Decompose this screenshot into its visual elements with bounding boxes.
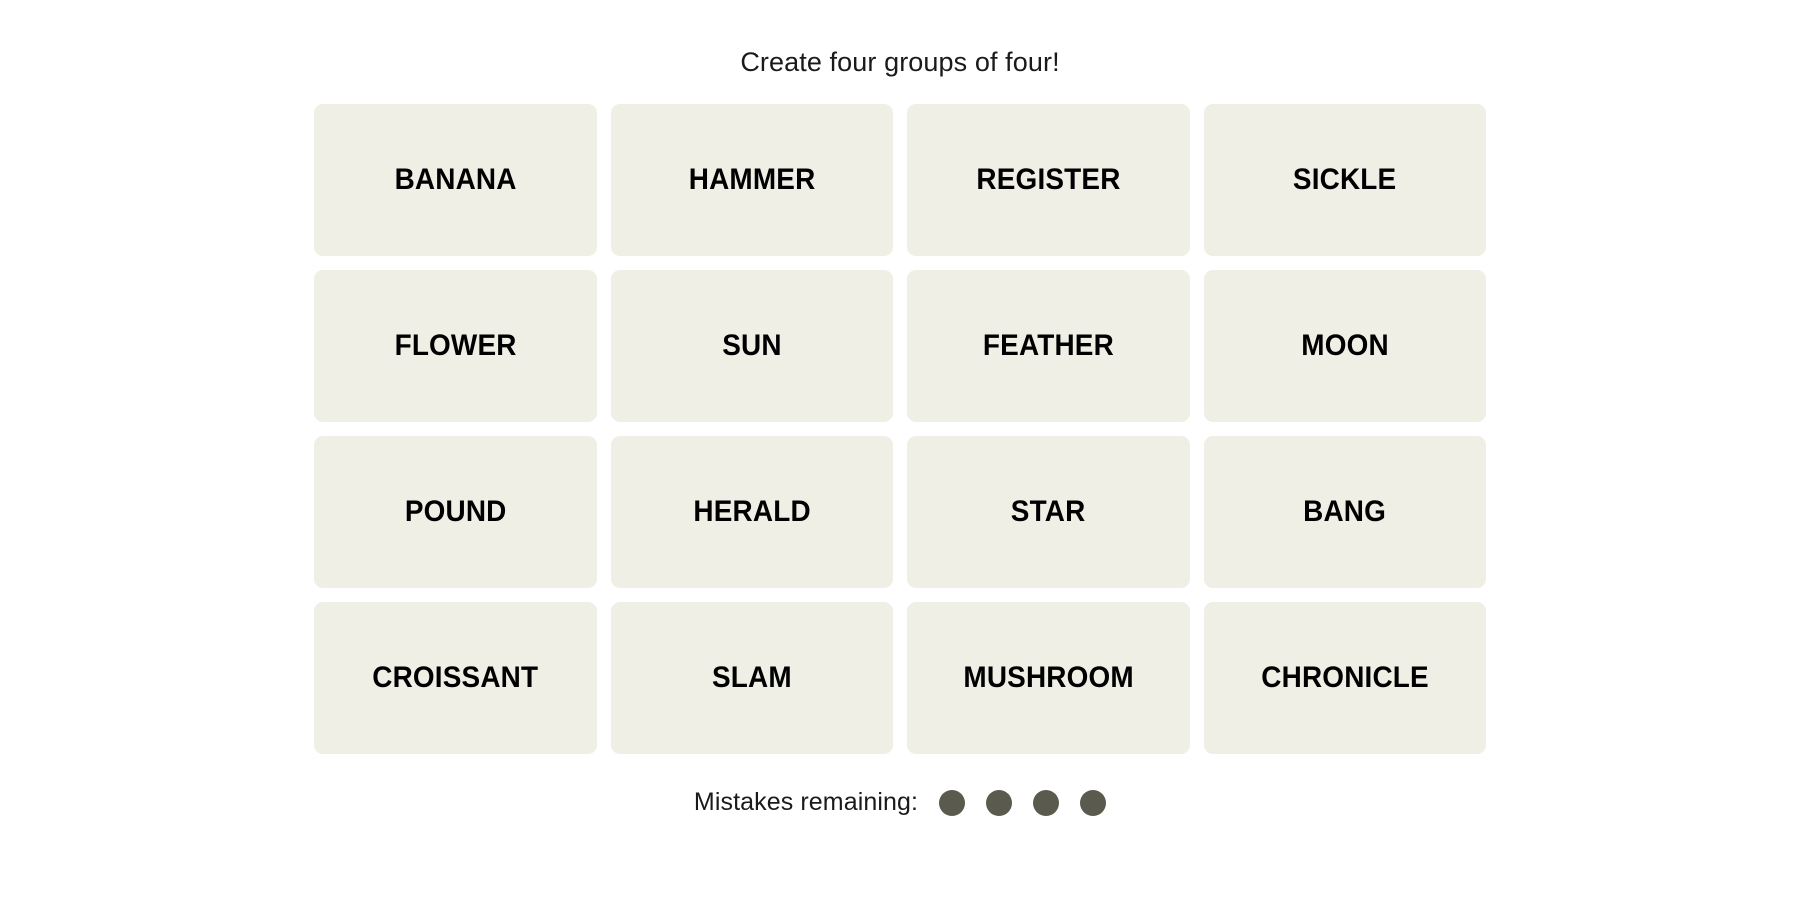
word-tile[interactable]: STAR xyxy=(907,436,1190,588)
word-tile-label: SUN xyxy=(722,329,782,362)
word-tile[interactable]: BANANA xyxy=(314,104,597,256)
mistakes-remaining: Mistakes remaining: xyxy=(693,788,1107,817)
word-tile-label: FLOWER xyxy=(394,329,517,362)
word-tile-label: CROISSANT xyxy=(372,661,539,694)
word-tile[interactable]: FLOWER xyxy=(314,270,597,422)
mistake-dot xyxy=(939,789,966,816)
word-tile[interactable]: SUN xyxy=(610,270,893,422)
word-tile-label: CHRONICLE xyxy=(1260,661,1429,694)
instruction-text: Create four groups of four! xyxy=(740,47,1060,77)
mistake-dot xyxy=(986,789,1013,816)
word-tile[interactable]: MUSHROOM xyxy=(907,602,1190,754)
word-tile[interactable]: REGISTER xyxy=(907,104,1190,256)
word-tile[interactable]: SICKLE xyxy=(1203,104,1486,256)
word-tile-label: BANG xyxy=(1303,495,1387,528)
word-tile-label: STAR xyxy=(1010,495,1086,528)
mistake-dot-list xyxy=(939,789,1107,816)
word-tile-label: SLAM xyxy=(711,661,792,694)
word-tile-label: FEATHER xyxy=(982,329,1114,362)
mistake-dot xyxy=(1033,789,1060,816)
word-tile-label: POUND xyxy=(404,495,507,528)
word-tile-label: HERALD xyxy=(693,495,811,528)
word-tile-label: SICKLE xyxy=(1293,163,1397,196)
mistake-dot xyxy=(1080,789,1107,816)
word-tile-label: MOON xyxy=(1300,329,1389,362)
connections-game: Create four groups of four! BANANA HAMME… xyxy=(0,0,1800,900)
word-tile-label: HAMMER xyxy=(688,163,816,196)
word-tile-grid: BANANA HAMMER REGISTER SICKLE FLOWER SUN… xyxy=(314,104,1486,754)
word-tile-label: REGISTER xyxy=(976,163,1121,196)
word-tile-label: MUSHROOM xyxy=(963,661,1134,694)
word-tile[interactable]: SLAM xyxy=(610,602,893,754)
word-tile[interactable]: POUND xyxy=(314,436,597,588)
word-tile[interactable]: FEATHER xyxy=(907,270,1190,422)
word-tile[interactable]: MOON xyxy=(1203,270,1486,422)
word-tile[interactable]: HERALD xyxy=(610,436,893,588)
word-tile-label: BANANA xyxy=(394,163,517,196)
word-tile[interactable]: CROISSANT xyxy=(314,602,597,754)
word-tile[interactable]: BANG xyxy=(1203,436,1486,588)
word-tile[interactable]: CHRONICLE xyxy=(1203,602,1486,754)
word-tile[interactable]: HAMMER xyxy=(610,104,893,256)
mistakes-remaining-label: Mistakes remaining: xyxy=(693,788,919,816)
